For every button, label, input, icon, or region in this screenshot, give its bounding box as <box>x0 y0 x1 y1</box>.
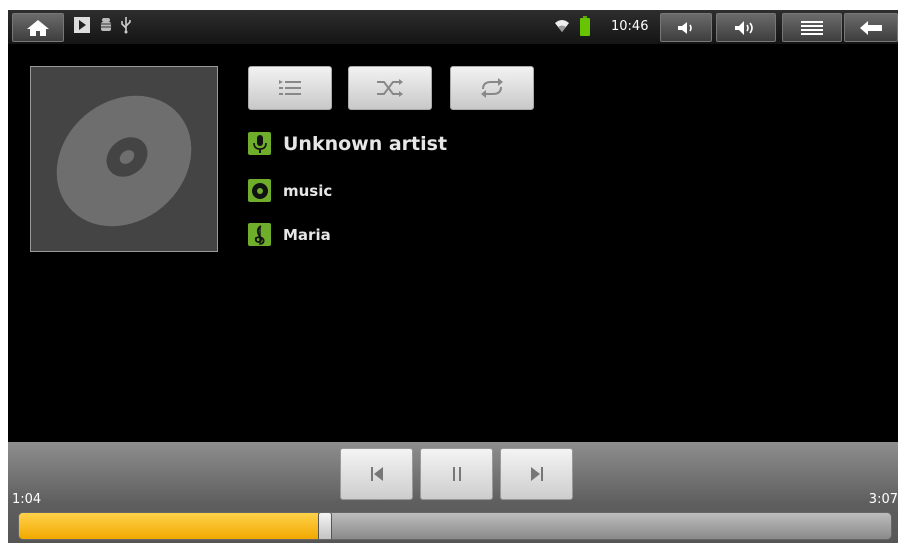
album-art <box>30 66 218 252</box>
album-disc-icon <box>248 179 271 202</box>
volume-down-icon <box>678 21 692 34</box>
pause-icon <box>452 467 461 481</box>
title-row: Maria <box>248 223 331 246</box>
repeat-button[interactable] <box>450 66 534 110</box>
shuffle-icon <box>377 79 403 97</box>
album-row: music <box>248 179 332 202</box>
volume-up-icon <box>735 20 753 35</box>
back-icon <box>860 20 882 35</box>
seek-progress-fill <box>19 513 324 539</box>
next-button[interactable] <box>500 448 573 500</box>
menu-button[interactable] <box>782 13 842 42</box>
usb-icon <box>120 16 132 34</box>
home-icon <box>27 19 49 36</box>
menu-icon <box>801 20 823 35</box>
home-button[interactable] <box>12 13 64 42</box>
playback-panel: 1:04 3:07 <box>8 442 898 543</box>
track-title: Maria <box>283 225 331 244</box>
back-button[interactable] <box>844 13 898 42</box>
treble-clef-icon <box>248 223 271 246</box>
next-icon <box>530 467 543 481</box>
previous-icon <box>370 467 383 481</box>
playlist-icon <box>279 80 301 95</box>
elapsed-time: 1:04 <box>12 492 42 507</box>
music-player-screen: 10:46 Unknown artist music Maria 1:04 3:… <box>8 10 898 543</box>
total-duration: 3:07 <box>868 492 898 507</box>
repeat-icon <box>481 78 503 98</box>
artist-name: Unknown artist <box>283 132 448 155</box>
status-clock: 10:46 <box>611 19 649 34</box>
play-status-icon <box>74 17 90 33</box>
battery-icon <box>580 16 590 36</box>
album-name: music <box>283 181 333 200</box>
cd-disc-icon <box>56 95 192 227</box>
seek-bar[interactable] <box>18 512 892 540</box>
shuffle-button[interactable] <box>348 66 432 110</box>
playlist-button[interactable] <box>248 66 332 110</box>
volume-up-button[interactable] <box>716 13 776 42</box>
pause-button[interactable] <box>420 448 493 500</box>
volume-down-button[interactable] <box>660 13 712 42</box>
previous-button[interactable] <box>340 448 413 500</box>
microphone-icon <box>248 132 271 155</box>
wifi-icon <box>554 18 570 32</box>
android-debug-icon <box>100 18 112 32</box>
status-bar: 10:46 <box>8 10 898 44</box>
artist-row: Unknown artist <box>248 132 447 155</box>
seek-thumb[interactable] <box>318 513 332 539</box>
